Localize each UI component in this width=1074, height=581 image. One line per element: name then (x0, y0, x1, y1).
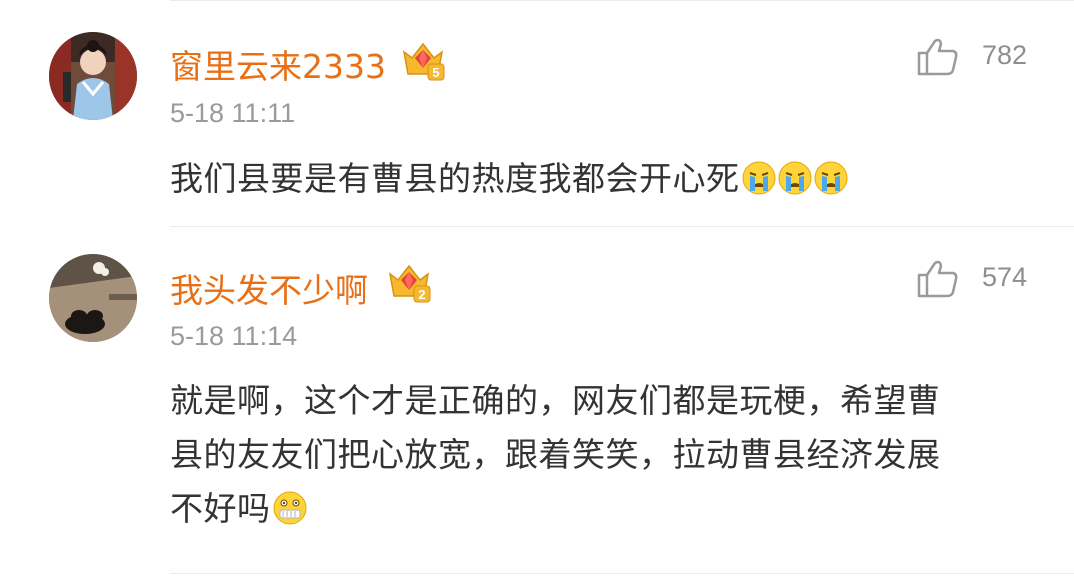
comment-text-line: 县的友友们把心放宽，跟着笑笑，拉动曹县经济发展 (170, 435, 941, 474)
comment-item: 我头发不少啊 2 5-18 11:14 574 就是啊，这个才是正确的，网友们都… (0, 226, 1074, 581)
vip-crown-badge-icon: 2 (386, 260, 432, 304)
vip-level-text: 5 (432, 65, 439, 80)
like-count: 782 (982, 40, 1028, 70)
avatar[interactable] (49, 32, 137, 120)
bottom-divider (170, 573, 1074, 574)
comment-text-line-content: 不好吗 (170, 489, 271, 528)
avatar[interactable] (49, 254, 137, 342)
crying-emoji-icon (742, 157, 776, 195)
thumbs-up-icon[interactable] (916, 256, 960, 300)
comment-text: 我们县要是有曹县的热度我都会开心死 (170, 152, 1030, 206)
username[interactable]: 我头发不少啊 (170, 264, 368, 312)
zipper-mouth-emoji-icon (273, 487, 307, 525)
crying-emoji-icon (814, 157, 848, 195)
comment-text: 就是啊，这个才是正确的，网友们都是玩梗，希望曹 县的友友们把心放宽，跟着笑笑，拉… (170, 374, 1030, 536)
comment-text-content: 我们县要是有曹县的热度我都会开心死 (170, 159, 740, 198)
comment-item: 窗里云来2333 5 5-18 11:11 782 我们县要是有曹县的热度我都会… (0, 0, 1074, 226)
comment-text-line: 不好吗 (170, 482, 1030, 536)
crying-emoji-icon (778, 157, 812, 195)
like-count: 574 (982, 262, 1028, 292)
thumbs-up-icon[interactable] (916, 34, 960, 78)
timestamp: 5-18 11:11 (170, 98, 296, 128)
vip-crown-badge-icon: 5 (400, 38, 446, 82)
username[interactable]: 窗里云来2333 (170, 40, 386, 88)
comment-text-line: 就是啊，这个才是正确的，网友们都是玩梗，希望曹 (170, 381, 941, 420)
timestamp: 5-18 11:14 (170, 321, 298, 351)
vip-level-text: 2 (418, 287, 425, 302)
